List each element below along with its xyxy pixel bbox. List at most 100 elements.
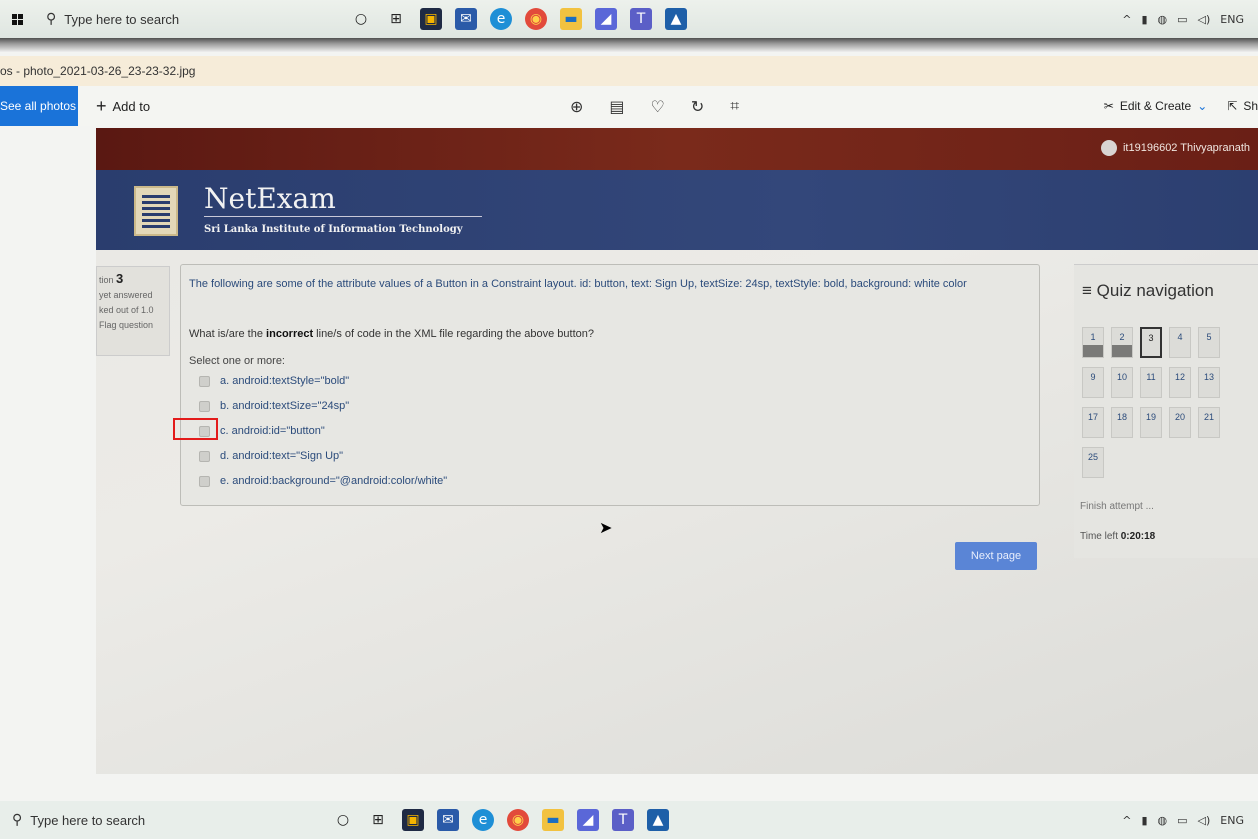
delete-icon[interactable]: ▤: [609, 97, 624, 116]
quiz-nav-button-1[interactable]: 1: [1082, 327, 1104, 358]
option-label: d. android:text="Sign Up": [220, 450, 344, 462]
quiz-nav-button-13[interactable]: 13: [1198, 367, 1220, 398]
microphone-icon[interactable]: ▮: [1141, 13, 1147, 26]
quiz-nav-button-11[interactable]: 11: [1140, 367, 1162, 398]
battery-icon[interactable]: ▭: [1177, 814, 1187, 827]
checkbox[interactable]: [199, 375, 210, 387]
teams-icon[interactable]: T: [630, 8, 652, 30]
quiz-nav-button-5[interactable]: 5: [1198, 327, 1220, 358]
rotate-icon[interactable]: ↻: [691, 97, 704, 116]
sliit-logo: [134, 186, 178, 236]
photos-icon[interactable]: ▲: [647, 809, 669, 831]
language-indicator[interactable]: ENG: [1220, 814, 1244, 827]
zoom-icon[interactable]: ⊕: [570, 97, 583, 116]
photos-icon[interactable]: ▲: [665, 8, 687, 30]
see-all-photos-button[interactable]: See all photos: [0, 86, 78, 126]
checkbox[interactable]: [199, 475, 210, 487]
chrome-icon[interactable]: ◉: [507, 809, 529, 831]
chrome-icon[interactable]: ◉: [525, 8, 547, 30]
option-label: a. android:textStyle="bold": [220, 375, 350, 387]
language-indicator[interactable]: ENG: [1220, 13, 1244, 26]
question-marks: ked out of 1.0: [99, 305, 154, 315]
quiz-nav-button-18[interactable]: 18: [1111, 407, 1133, 438]
edit-icon: ✂: [1103, 99, 1114, 113]
brand-title: NetExam: [204, 182, 336, 215]
netexam-topbar: it19196602 Thivyapranath: [96, 128, 1258, 170]
edit-create-label: Edit & Create: [1119, 99, 1192, 113]
quiz-nav-button-20[interactable]: 20: [1169, 407, 1191, 438]
time-left: Time left 0:20:18: [1080, 531, 1155, 542]
mail-icon[interactable]: ✉: [455, 8, 477, 30]
file-explorer-icon[interactable]: ▬: [542, 809, 564, 831]
quiz-navigation: ≡ Quiz navigation 1 2 3 4 5 9 10 11 12 13 17 18 19 20…: [1074, 264, 1258, 558]
quiz-nav-button-4[interactable]: 4: [1169, 327, 1191, 358]
file-explorer-icon[interactable]: ▬: [560, 8, 582, 30]
quiz-nav-button-10[interactable]: 10: [1111, 367, 1133, 398]
windows-start-icon[interactable]: [0, 0, 34, 38]
task-view-icon[interactable]: ⊞: [367, 809, 389, 831]
prompt-pre: What is/are the: [189, 328, 267, 340]
option-label: b. android:textSize="24sp": [220, 400, 350, 412]
quiz-nav-button-25[interactable]: 25: [1082, 447, 1104, 478]
quiz-nav-button-19[interactable]: 19: [1140, 407, 1162, 438]
cortana-icon[interactable]: ○: [350, 8, 372, 30]
option-d[interactable]: d. android:text="Sign Up": [199, 450, 343, 462]
plus-icon: +: [96, 95, 107, 116]
edge-icon[interactable]: e: [490, 8, 512, 30]
quiz-nav-button-2[interactable]: 2: [1111, 327, 1133, 358]
office-icon[interactable]: ◢: [595, 8, 617, 30]
crop-icon[interactable]: ⌗: [730, 96, 739, 116]
checkbox[interactable]: [199, 450, 210, 462]
edge-icon[interactable]: e: [472, 809, 494, 831]
quiz-nav-label: Quiz navigation: [1096, 281, 1214, 300]
edit-create-button[interactable]: ✂ Edit & Create ⌄: [1104, 99, 1208, 113]
store-icon[interactable]: ▣: [402, 809, 424, 831]
office-icon[interactable]: ◢: [577, 809, 599, 831]
quiz-nav-button-17[interactable]: 17: [1082, 407, 1104, 438]
finish-attempt-link[interactable]: Finish attempt ...: [1080, 501, 1154, 512]
quiz-nav-button-21[interactable]: 21: [1198, 407, 1220, 438]
cortana-icon[interactable]: ○: [332, 809, 354, 831]
battery-icon[interactable]: ▭: [1177, 13, 1187, 26]
prompt-post: line/s of code in the XML file regarding…: [313, 328, 595, 340]
brand-divider: [204, 216, 482, 217]
option-e[interactable]: e. android:background="@android:color/wh…: [199, 475, 447, 487]
brand-subtitle: Sri Lanka Institute of Information Techn…: [204, 224, 463, 235]
network-icon[interactable]: ◍: [1158, 814, 1168, 827]
share-icon: ⇱: [1227, 99, 1238, 113]
volume-icon[interactable]: ◁): [1198, 814, 1211, 827]
next-page-button[interactable]: Next page: [955, 542, 1037, 570]
window-title: os - photo_2021-03-26_23-23-32.jpg: [0, 56, 1258, 86]
user-badge[interactable]: it19196602 Thivyapranath: [1100, 140, 1250, 156]
taskbar-top: ⚲ Type here to search ○ ⊞ ▣ ✉ e ◉ ▬ ◢ T …: [0, 0, 1258, 38]
teams-icon[interactable]: T: [612, 809, 634, 831]
screen-edge-shadow: [0, 38, 1258, 52]
taskbar-search[interactable]: ⚲ Type here to search: [34, 0, 314, 38]
quiz-nav-button-3[interactable]: 3: [1140, 327, 1162, 358]
mail-icon[interactable]: ✉: [437, 809, 459, 831]
quiz-nav-title: ≡ Quiz navigation: [1082, 281, 1214, 301]
favorite-heart-icon[interactable]: ♡: [651, 97, 665, 116]
microphone-icon[interactable]: ▮: [1141, 814, 1147, 827]
quiz-nav-button-9[interactable]: 9: [1082, 367, 1104, 398]
netexam-banner: NetExam Sri Lanka Institute of Informati…: [96, 170, 1258, 250]
search-icon: ⚲: [12, 812, 23, 828]
quiz-nav-button-12[interactable]: 12: [1169, 367, 1191, 398]
add-to-button[interactable]: + Add to: [96, 96, 150, 117]
option-b[interactable]: b. android:textSize="24sp": [199, 400, 349, 412]
store-icon[interactable]: ▣: [420, 8, 442, 30]
flag-question-link[interactable]: Flag question: [99, 318, 167, 333]
prompt-bold: incorrect: [266, 328, 314, 340]
user-name: it19196602 Thivyapranath: [1122, 142, 1250, 154]
task-view-icon[interactable]: ⊞: [385, 8, 407, 30]
option-a[interactable]: a. android:textStyle="bold": [199, 375, 349, 387]
question-box: The following are some of the attribute …: [180, 264, 1040, 506]
search-icon: ⚲: [46, 11, 57, 27]
share-button[interactable]: ⇱ Sh: [1227, 99, 1258, 113]
volume-icon[interactable]: ◁): [1198, 13, 1211, 26]
chevron-up-icon[interactable]: ^: [1122, 814, 1131, 827]
checkbox[interactable]: [199, 400, 210, 412]
chevron-up-icon[interactable]: ^: [1122, 13, 1131, 26]
taskbar-search-bottom[interactable]: ⚲ Type here to search: [0, 801, 314, 839]
network-icon[interactable]: ◍: [1158, 13, 1168, 26]
